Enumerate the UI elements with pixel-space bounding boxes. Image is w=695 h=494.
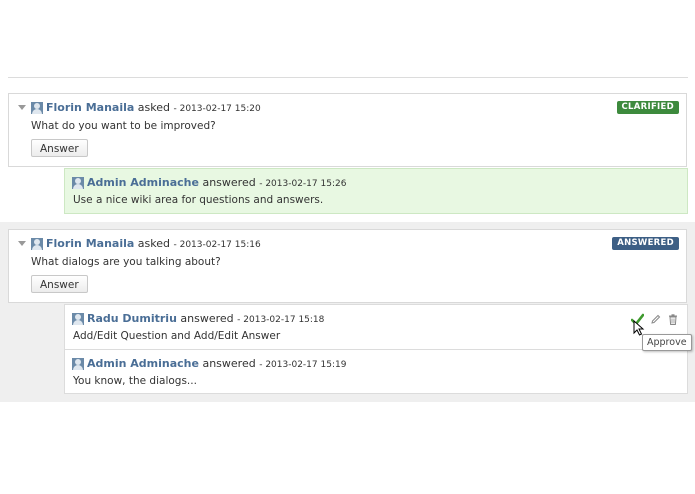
answer-meta: Admin Adminache answered - 2013-02-17 15…	[87, 176, 346, 191]
question-verb: asked	[137, 101, 170, 114]
pencil-icon[interactable]	[650, 314, 661, 325]
author-link[interactable]: Radu Dumitriu	[87, 312, 177, 325]
avatar	[31, 238, 43, 250]
status-badge: CLARIFIED	[616, 101, 679, 114]
collapse-toggle-icon[interactable]	[18, 241, 26, 246]
question-meta: Florin Manaila asked - 2013-02-17 15:20	[46, 101, 261, 116]
answer-card: Admin Adminache answered - 2013-02-17 15…	[64, 168, 688, 214]
question-date: - 2013-02-17 15:16	[173, 240, 261, 250]
author-link[interactable]: Admin Adminache	[87, 357, 199, 370]
author-link[interactable]: Admin Adminache	[87, 176, 199, 189]
answer-button[interactable]: Answer	[31, 275, 88, 293]
avatar	[31, 102, 43, 114]
answer-card: Admin Adminache answered - 2013-02-17 15…	[64, 349, 688, 394]
question-card: Florin Manaila asked - 2013-02-17 15:16 …	[8, 229, 687, 303]
question-date: - 2013-02-17 15:20	[173, 104, 261, 114]
question-meta: Florin Manaila asked - 2013-02-17 15:16	[46, 237, 261, 252]
answer-verb: answered	[202, 357, 256, 370]
approve-tooltip: Approve	[642, 334, 692, 351]
trash-icon[interactable]	[668, 314, 678, 325]
answer-meta: Admin Adminache answered - 2013-02-17 15…	[87, 357, 346, 372]
answer-date: - 2013-02-17 15:18	[237, 315, 325, 325]
answer-text: Add/Edit Question and Add/Edit Answer	[73, 330, 281, 342]
avatar	[72, 177, 84, 189]
answer-text: Use a nice wiki area for questions and a…	[73, 194, 324, 206]
author-link[interactable]: Florin Manaila	[46, 101, 134, 114]
author-link[interactable]: Florin Manaila	[46, 237, 134, 250]
answer-verb: answered	[180, 312, 234, 325]
status-badge: ANSWERED	[612, 237, 679, 250]
answer-card: Radu Dumitriu answered - 2013-02-17 15:1…	[64, 304, 688, 349]
answer-date: - 2013-02-17 15:19	[259, 360, 347, 370]
answer-meta: Radu Dumitriu answered - 2013-02-17 15:1…	[87, 312, 324, 327]
collapse-toggle-icon[interactable]	[18, 105, 26, 110]
question-text: What dialogs are you talking about?	[31, 256, 221, 268]
avatar	[72, 313, 84, 325]
answer-date: - 2013-02-17 15:26	[259, 179, 347, 189]
question-card: Florin Manaila asked - 2013-02-17 15:20 …	[8, 93, 687, 167]
question-text: What do you want to be improved?	[31, 120, 216, 132]
top-divider	[8, 77, 688, 78]
answer-button[interactable]: Answer	[31, 139, 88, 157]
question-verb: asked	[137, 237, 170, 250]
answer-text: You know, the dialogs...	[73, 375, 197, 387]
avatar	[72, 358, 84, 370]
answer-verb: answered	[202, 176, 256, 189]
